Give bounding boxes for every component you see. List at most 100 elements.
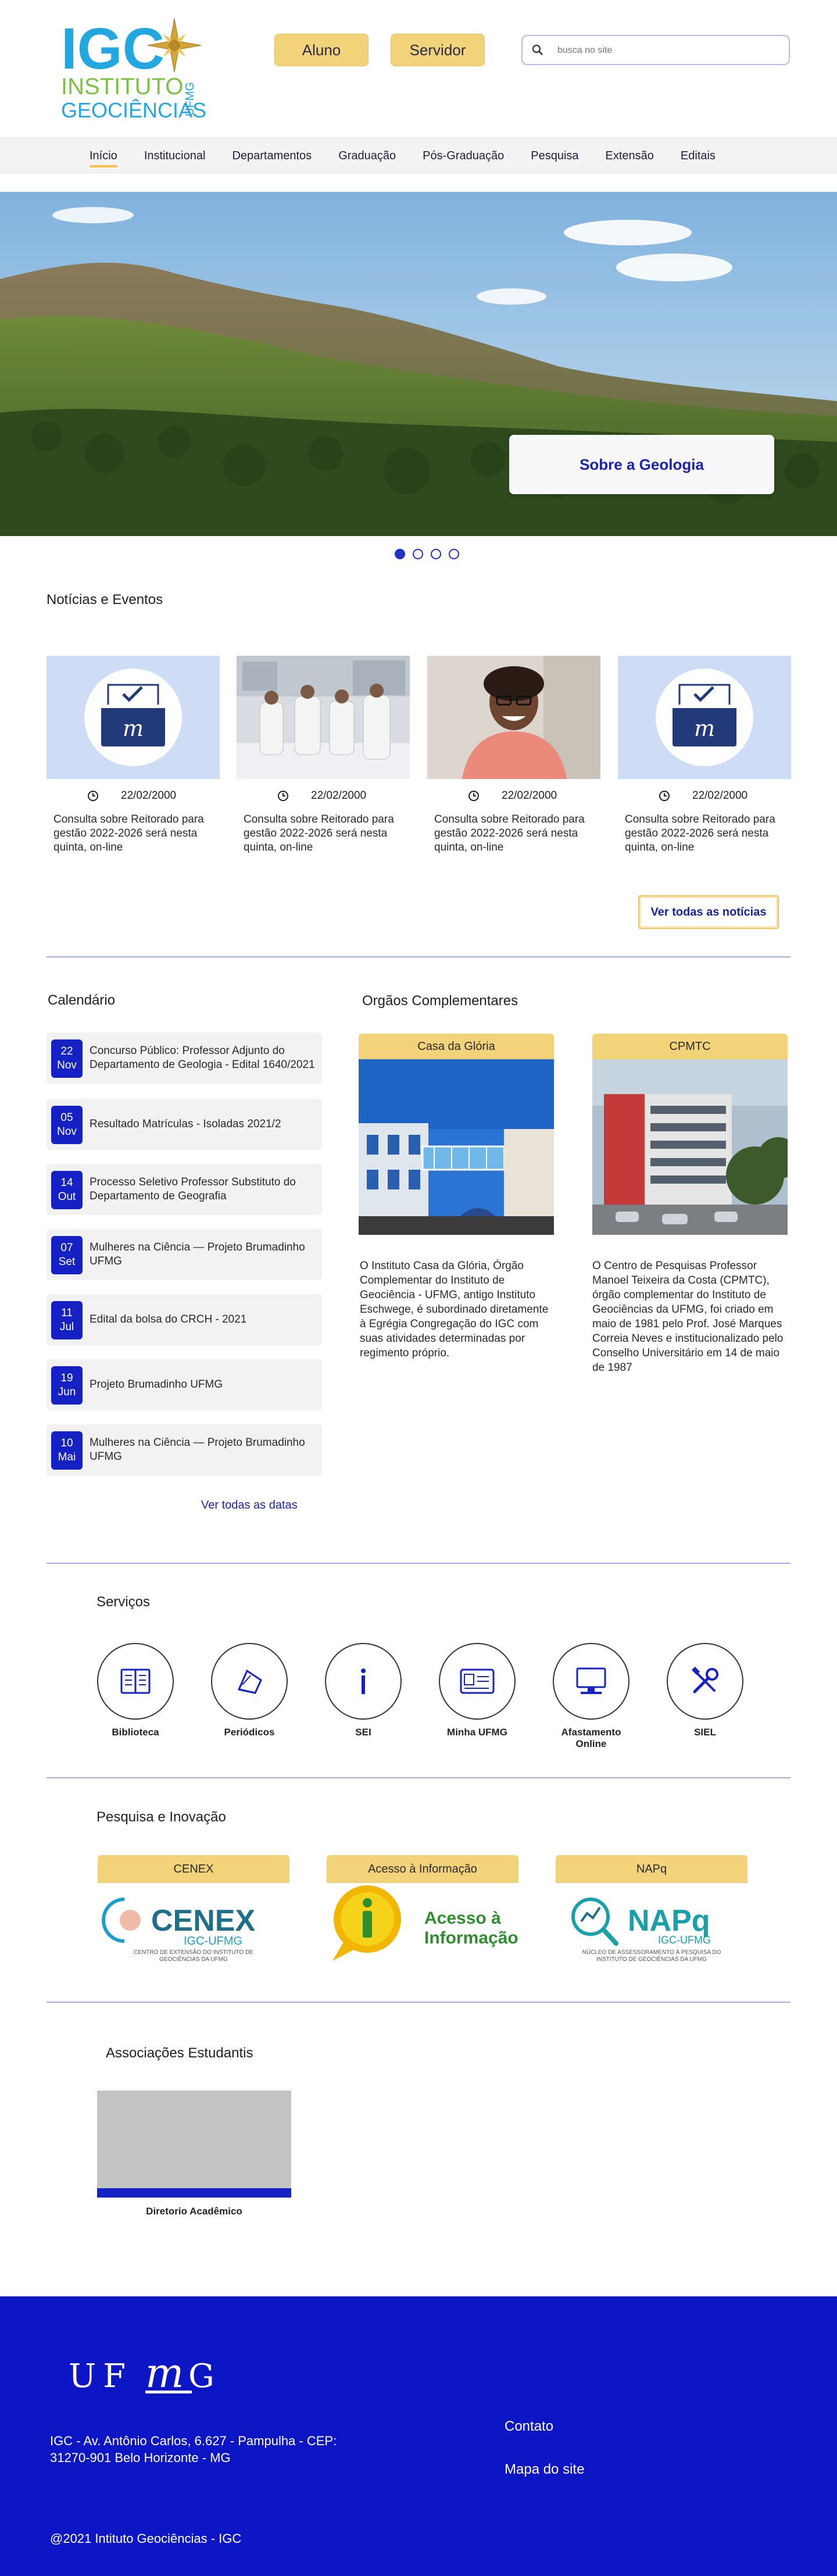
svg-text:m: m bbox=[694, 716, 715, 741]
carousel-dot-1[interactable] bbox=[395, 549, 405, 559]
calendar-item[interactable]: 05 Nov Resultado Matrículas - Isoladas 20… bbox=[46, 1099, 322, 1150]
news-image: m bbox=[46, 656, 220, 779]
news-card[interactable]: 22/02/2000 Consulta sobre Reitorado para… bbox=[237, 656, 410, 855]
calendar-item-text: Processo Seletivo Professor Substituto d… bbox=[90, 1176, 296, 1202]
association-image-placeholder bbox=[97, 2091, 291, 2188]
svg-text:m: m bbox=[145, 2353, 184, 2397]
calendar-item[interactable]: 11 Jul Edital da bolsa do CRCH - 2021 bbox=[46, 1294, 322, 1345]
news-date: 22/02/2000 bbox=[121, 789, 177, 802]
nav-item-institucional[interactable]: Institucional bbox=[144, 146, 206, 166]
svg-text:IGC-UFMG: IGC-UFMG bbox=[184, 1935, 242, 1948]
news-card[interactable]: m 22/02/2000 Consulta sobre Reitorado pa… bbox=[46, 656, 220, 855]
section-divider bbox=[46, 956, 791, 957]
see-all-dates-link[interactable]: Ver todas as datas bbox=[201, 1499, 298, 1512]
carousel-dots bbox=[395, 549, 459, 559]
association-label: Diretorio Acadêmico bbox=[146, 2206, 242, 2217]
ballot-box-icon: m bbox=[618, 656, 791, 779]
news-image bbox=[427, 656, 600, 779]
calendar-date-badge: 10 Mai bbox=[51, 1431, 83, 1470]
news-card[interactable]: m 22/02/2000 Consulta sobre Reitorado pa… bbox=[618, 656, 791, 855]
nav-item-pos-graduacao[interactable]: Pós-Graduação bbox=[423, 146, 504, 166]
calendar-item-text: Mulheres na Ciência — Projeto Brumadinho… bbox=[90, 1437, 305, 1463]
service-label: Biblioteca bbox=[112, 1727, 159, 1738]
svg-text:INSTITUTO: INSTITUTO bbox=[61, 74, 183, 99]
nav-item-departamentos[interactable]: Departamentos bbox=[232, 146, 312, 166]
service-biblioteca[interactable]: Biblioteca bbox=[97, 1643, 174, 1738]
hero-cta-button[interactable]: Sobre a Geologia bbox=[509, 435, 774, 494]
napq-caption: NÚCLEO DE ASSESSORAMENTO À PESQUISA DO I… bbox=[582, 1949, 721, 1963]
search-input[interactable] bbox=[557, 43, 778, 58]
ufmg-logo[interactable]: UF m G bbox=[69, 2353, 237, 2400]
footer-sitemap-link[interactable]: Mapa do site bbox=[505, 2461, 584, 2478]
research-tag-acesso-informacao[interactable]: Acesso à Informação bbox=[327, 1855, 518, 1883]
calendar-date-badge: 22 Nov bbox=[51, 1039, 83, 1078]
association-card[interactable]: Diretorio Acadêmico bbox=[97, 2091, 291, 2217]
footer-contact-link[interactable]: Contato bbox=[505, 2418, 553, 2435]
cenex-caption: CENTRO DE EXTENSÃO DO INSTITUTO DE GEOCI… bbox=[134, 1949, 253, 1963]
calendar-item-text: Concurso Público: Professor Adjunto do D… bbox=[90, 1045, 315, 1071]
service-sei[interactable]: SEI bbox=[325, 1643, 402, 1738]
footer: UF m G IGC - Av. Antônio Carlos, 6.627 -… bbox=[0, 2296, 837, 2576]
nav-item-extensao[interactable]: Extensão bbox=[606, 146, 654, 166]
svg-text:IGC: IGC bbox=[61, 17, 164, 81]
nav-item-inicio[interactable]: Início bbox=[90, 146, 117, 167]
svg-text:G: G bbox=[188, 2357, 214, 2395]
calendar-item-text: Projeto Brumadinho UFMG bbox=[90, 1378, 223, 1391]
svg-text:CENEX: CENEX bbox=[151, 1904, 255, 1938]
service-afastamento-online[interactable]: Afastamento Online bbox=[553, 1643, 629, 1750]
svg-text:m: m bbox=[123, 716, 144, 741]
news-text: Consulta sobre Reitorado para gestão 202… bbox=[625, 813, 775, 853]
sei-icon bbox=[361, 1668, 366, 1694]
service-label: Periódicos bbox=[224, 1727, 275, 1738]
search-icon bbox=[532, 45, 543, 55]
nav-item-pesquisa[interactable]: Pesquisa bbox=[531, 146, 578, 166]
calendar-item[interactable]: 19 Jun Projeto Brumadinho UFMG bbox=[46, 1359, 322, 1410]
lab-photo bbox=[237, 656, 410, 779]
organ-card-cpmtc[interactable]: CPMTC O Centro de Pesquisas Professor Ma… bbox=[592, 1034, 799, 1375]
organ-card-casa-da-gloria[interactable]: Casa da Glória O Instituto Casa da Glóri… bbox=[359, 1034, 554, 1360]
nav-item-graduacao[interactable]: Graduação bbox=[338, 146, 396, 166]
napq-logo[interactable]: NAPq IGC-UFMG NÚCLEO DE ASSESSORAMENTO À… bbox=[556, 1883, 747, 1967]
news-text: Consulta sobre Reitorado para gestão 202… bbox=[244, 813, 394, 853]
service-label: Minha UFMG bbox=[447, 1727, 507, 1738]
research-tag-napq[interactable]: NAPq bbox=[556, 1855, 747, 1883]
research-title: Pesquisa e Inovação bbox=[96, 1809, 226, 1825]
servidor-button[interactable]: Servidor bbox=[391, 34, 485, 66]
acesso-informacao-logo[interactable]: Acesso à Informação bbox=[327, 1883, 518, 1967]
service-minha-ufmg[interactable]: Minha UFMG bbox=[439, 1643, 516, 1738]
tools-icon bbox=[691, 1666, 718, 1693]
calendar-date-badge: 19 Jun bbox=[51, 1366, 83, 1405]
svg-text:UF: UF bbox=[69, 2357, 133, 2395]
aluno-button[interactable]: Aluno bbox=[274, 34, 369, 66]
clock-icon bbox=[278, 791, 288, 801]
organ-description: O Instituto Casa da Glória, Órgão Comple… bbox=[360, 1260, 549, 1359]
calendar-item[interactable]: 07 Set Mulheres na Ciência — Projeto Brum… bbox=[46, 1229, 322, 1280]
news-text: Consulta sobre Reitorado para gestão 202… bbox=[434, 813, 585, 853]
computer-icon bbox=[576, 1667, 606, 1694]
calendar-item[interactable]: 14 Out Processo Seletivo Professor Substi… bbox=[46, 1164, 322, 1215]
carousel-dot-4[interactable] bbox=[449, 549, 459, 559]
cenex-logo[interactable]: CENEX IGC-UFMG CENTRO DE EXTENSÃO DO INS… bbox=[98, 1883, 289, 1967]
calendar-date-badge: 05 Nov bbox=[51, 1106, 83, 1144]
ballot-box-icon: m bbox=[46, 656, 220, 779]
see-all-news-button[interactable]: Ver todas as notícias bbox=[638, 895, 779, 929]
calendar-title: Calendário bbox=[48, 992, 116, 1008]
carousel-dot-2[interactable] bbox=[413, 549, 423, 559]
nav-item-editais[interactable]: Editais bbox=[681, 146, 716, 166]
journal-icon bbox=[237, 1669, 262, 1694]
service-siel[interactable]: SIEL bbox=[667, 1643, 743, 1738]
calendar-item[interactable]: 22 Nov Concurso Público: Professor Adjunt… bbox=[46, 1032, 322, 1084]
news-card[interactable]: 22/02/2000 Consulta sobre Reitorado para… bbox=[427, 656, 600, 855]
calendar-item[interactable]: 10 Mai Mulheres na Ciência — Projeto Brum… bbox=[46, 1424, 322, 1475]
service-periodicos[interactable]: Periódicos bbox=[211, 1643, 288, 1738]
research-tag-cenex[interactable]: CENEX bbox=[98, 1855, 289, 1883]
main-nav: Início Institucional Departamentos Gradu… bbox=[0, 137, 837, 173]
news-date: 22/02/2000 bbox=[692, 789, 748, 802]
organ-description: O Centro de Pesquisas Professor Manoel T… bbox=[592, 1260, 784, 1374]
igc-logo[interactable]: IGC INSTITUTO GEOCIÊNCIAS UFMG bbox=[61, 16, 206, 128]
clock-icon bbox=[468, 791, 479, 801]
svg-text:Informação: Informação bbox=[424, 1928, 518, 1948]
carousel-dot-3[interactable] bbox=[431, 549, 441, 559]
search-box[interactable] bbox=[521, 35, 790, 65]
calendar-date-badge: 14 Out bbox=[51, 1171, 83, 1209]
